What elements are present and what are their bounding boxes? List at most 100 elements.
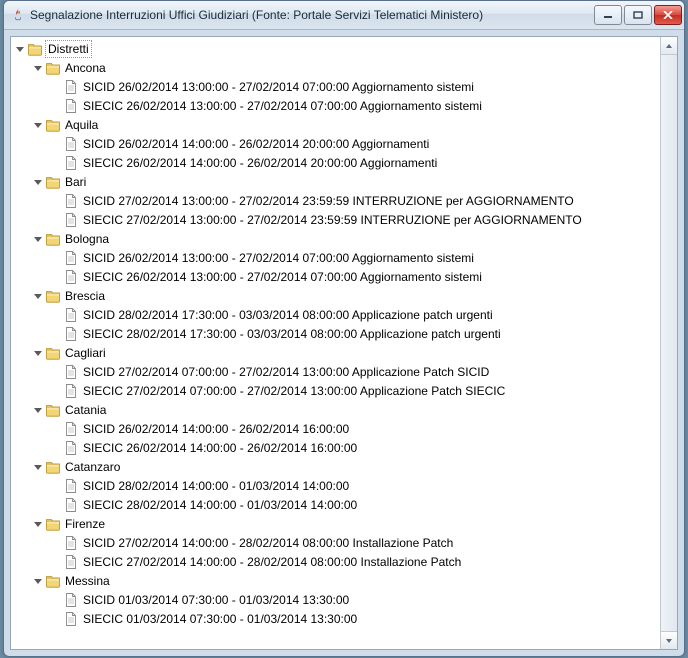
file-icon	[63, 136, 79, 152]
entry-node[interactable]: SIECIC 26/02/2014 14:00:00 - 26/02/2014 …	[11, 438, 661, 457]
tree-node-label: SICID 28/02/2014 17:30:00 - 03/03/2014 0…	[83, 307, 493, 323]
folder-icon	[45, 402, 61, 418]
folder-icon	[45, 516, 61, 532]
close-button[interactable]	[654, 5, 682, 25]
entry-node[interactable]: SICID 26/02/2014 13:00:00 - 27/02/2014 0…	[11, 248, 661, 267]
tree-node-label: Messina	[65, 573, 110, 589]
entry-node[interactable]: SICID 01/03/2014 07:30:00 - 01/03/2014 1…	[11, 590, 661, 609]
entry-node[interactable]: SIECIC 26/02/2014 13:00:00 - 27/02/2014 …	[11, 96, 661, 115]
scroll-down-icon[interactable]	[661, 631, 677, 649]
entry-node[interactable]: SIECIC 27/02/2014 14:00:00 - 28/02/2014 …	[11, 552, 661, 571]
expand-toggle-icon[interactable]	[33, 234, 43, 244]
entry-node[interactable]: SICID 28/02/2014 14:00:00 - 01/03/2014 1…	[11, 476, 661, 495]
tree-spacer	[51, 82, 61, 92]
window-title: Segnalazione Interruzioni Uffici Giudizi…	[30, 8, 594, 22]
tree-spacer	[51, 443, 61, 453]
maximize-button[interactable]	[624, 5, 652, 25]
entry-node[interactable]: SICID 26/02/2014 13:00:00 - 27/02/2014 0…	[11, 77, 661, 96]
entry-node[interactable]: SIECIC 26/02/2014 14:00:00 - 26/02/2014 …	[11, 153, 661, 172]
district-node[interactable]: Firenze	[11, 514, 661, 533]
entry-node[interactable]: SICID 27/02/2014 13:00:00 - 27/02/2014 2…	[11, 191, 661, 210]
district-node[interactable]: Catania	[11, 400, 661, 419]
tree-node-label: Cagliari	[65, 345, 106, 361]
entry-node[interactable]: SIECIC 27/02/2014 07:00:00 - 27/02/2014 …	[11, 381, 661, 400]
expand-toggle-icon[interactable]	[33, 120, 43, 130]
tree-node-label: SICID 27/02/2014 07:00:00 - 27/02/2014 1…	[83, 364, 489, 380]
tree-node-label: SIECIC 27/02/2014 14:00:00 - 28/02/2014 …	[83, 554, 461, 570]
tree-spacer	[51, 329, 61, 339]
expand-toggle-icon[interactable]	[33, 405, 43, 415]
tree-root[interactable]: Distretti	[11, 39, 661, 58]
titlebar[interactable]: Segnalazione Interruzioni Uffici Giudizi…	[4, 1, 684, 30]
tree-spacer	[51, 310, 61, 320]
district-node[interactable]: Bologna	[11, 229, 661, 248]
district-node[interactable]: Messina	[11, 571, 661, 590]
tree-node-label: Bologna	[65, 231, 109, 247]
tree-node-label: SIECIC 26/02/2014 13:00:00 - 27/02/2014 …	[83, 269, 482, 285]
file-icon	[63, 79, 79, 95]
district-node[interactable]: Ancona	[11, 58, 661, 77]
entry-node[interactable]: SICID 26/02/2014 14:00:00 - 26/02/2014 2…	[11, 134, 661, 153]
folder-icon	[45, 231, 61, 247]
expand-toggle-icon[interactable]	[15, 44, 25, 54]
expand-toggle-icon[interactable]	[33, 519, 43, 529]
file-icon	[63, 440, 79, 456]
entry-node[interactable]: SIECIC 27/02/2014 13:00:00 - 27/02/2014 …	[11, 210, 661, 229]
tree-node-label: Catanzaro	[65, 459, 120, 475]
expand-toggle-icon[interactable]	[33, 576, 43, 586]
tree-spacer	[51, 139, 61, 149]
expand-toggle-icon[interactable]	[33, 348, 43, 358]
tree-spacer	[51, 538, 61, 548]
file-icon	[63, 307, 79, 323]
file-icon	[63, 269, 79, 285]
expand-toggle-icon[interactable]	[33, 177, 43, 187]
tree-node-label: SIECIC 26/02/2014 13:00:00 - 27/02/2014 …	[83, 98, 482, 114]
entry-node[interactable]: SICID 27/02/2014 07:00:00 - 27/02/2014 1…	[11, 362, 661, 381]
minimize-button[interactable]	[594, 5, 622, 25]
file-icon	[63, 554, 79, 570]
tree-spacer	[51, 557, 61, 567]
tree-node-label: SIECIC 26/02/2014 14:00:00 - 26/02/2014 …	[83, 440, 357, 456]
file-icon	[63, 421, 79, 437]
entry-node[interactable]: SICID 26/02/2014 14:00:00 - 26/02/2014 1…	[11, 419, 661, 438]
scroll-thumb[interactable]	[661, 55, 677, 631]
app-window: Segnalazione Interruzioni Uffici Giudizi…	[3, 0, 685, 657]
entry-node[interactable]: SIECIC 28/02/2014 17:30:00 - 03/03/2014 …	[11, 324, 661, 343]
entry-node[interactable]: SIECIC 28/02/2014 14:00:00 - 01/03/2014 …	[11, 495, 661, 514]
tree-spacer	[51, 196, 61, 206]
file-icon	[63, 497, 79, 513]
district-node[interactable]: Catanzaro	[11, 457, 661, 476]
entry-node[interactable]: SICID 27/02/2014 14:00:00 - 28/02/2014 0…	[11, 533, 661, 552]
district-node[interactable]: Bari	[11, 172, 661, 191]
district-node[interactable]: Aquila	[11, 115, 661, 134]
district-node[interactable]: Cagliari	[11, 343, 661, 362]
scroll-up-icon[interactable]	[661, 37, 677, 55]
tree-node-label: SIECIC 28/02/2014 14:00:00 - 01/03/2014 …	[83, 497, 357, 513]
tree-spacer	[51, 367, 61, 377]
tree-node-label: SICID 01/03/2014 07:30:00 - 01/03/2014 1…	[83, 592, 349, 608]
tree-node-label: Aquila	[65, 117, 98, 133]
tree-spacer	[51, 500, 61, 510]
expand-toggle-icon[interactable]	[33, 462, 43, 472]
entry-node[interactable]: SIECIC 01/03/2014 07:30:00 - 01/03/2014 …	[11, 609, 661, 628]
tree-spacer	[51, 595, 61, 605]
tree-spacer	[51, 215, 61, 225]
folder-icon	[45, 117, 61, 133]
tree-node-label: Bari	[65, 174, 86, 190]
tree-spacer	[51, 101, 61, 111]
file-icon	[63, 592, 79, 608]
vertical-scrollbar[interactable]	[660, 37, 677, 649]
expand-toggle-icon[interactable]	[33, 291, 43, 301]
java-icon	[10, 7, 26, 23]
tree-node-label: SIECIC 27/02/2014 07:00:00 - 27/02/2014 …	[83, 383, 505, 399]
folder-icon	[45, 573, 61, 589]
file-icon	[63, 212, 79, 228]
district-node[interactable]: Brescia	[11, 286, 661, 305]
entry-node[interactable]: SIECIC 26/02/2014 13:00:00 - 27/02/2014 …	[11, 267, 661, 286]
tree-spacer	[51, 272, 61, 282]
tree-spacer	[51, 386, 61, 396]
entry-node[interactable]: SICID 28/02/2014 17:30:00 - 03/03/2014 0…	[11, 305, 661, 324]
expand-toggle-icon[interactable]	[33, 63, 43, 73]
tree-viewport[interactable]: DistrettiAnconaSICID 26/02/2014 13:00:00…	[11, 37, 661, 649]
tree-node-label: SIECIC 28/02/2014 17:30:00 - 03/03/2014 …	[83, 326, 501, 342]
